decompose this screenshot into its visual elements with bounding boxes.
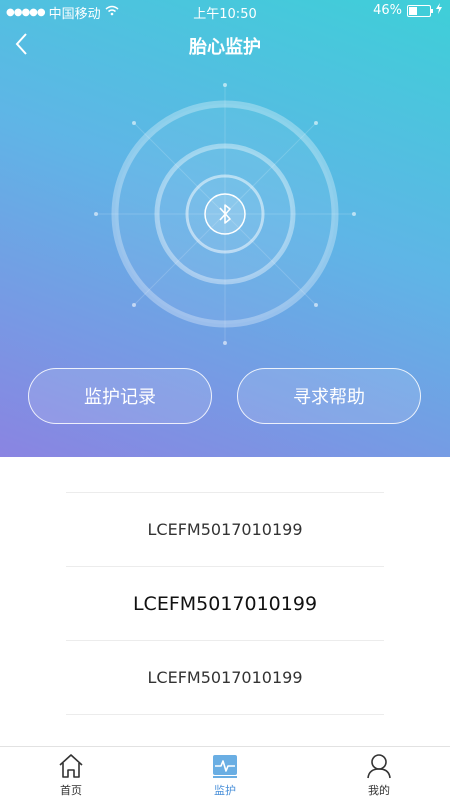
heartbeat-monitor-icon [213,755,237,778]
battery-percent: 46% [373,3,402,18]
user-icon [367,754,391,779]
bluetooth-scan-button[interactable] [203,192,247,236]
status-bar: ●●●●● 中国移动 上午10:50 46% [0,0,450,22]
tab-mine[interactable]: 我的 [334,747,424,801]
home-icon [59,754,83,778]
nav-bar: 胎心监护 [0,22,450,66]
tab-monitor-label: 监护 [214,784,236,797]
page-title: 胎心监护 [189,37,261,58]
seek-help-button[interactable]: 寻求帮助 [237,368,421,424]
list-divider [66,714,384,715]
tab-monitor[interactable]: 监护 [180,747,270,801]
tab-home-label: 首页 [60,784,82,797]
tab-bar: 首页 监护 我的 [0,746,450,801]
device-list: LCEFM5017010199 LCEFM5017010199 LCEFM501… [66,492,384,715]
tab-home[interactable]: 首页 [26,747,116,801]
device-item[interactable]: LCEFM5017010199 [66,640,384,714]
bluetooth-icon [204,193,246,235]
battery-icon [407,4,433,17]
hero-panel: ●●●●● 中国移动 上午10:50 46% 胎心监护 监护记录 寻求帮助 [0,0,450,457]
charging-icon [436,3,442,18]
device-item[interactable]: LCEFM5017010199 [66,492,384,566]
battery-level [409,6,418,15]
device-item-selected[interactable]: LCEFM5017010199 [66,566,384,640]
tab-mine-label: 我的 [368,784,390,797]
monitor-records-button[interactable]: 监护记录 [28,368,212,424]
